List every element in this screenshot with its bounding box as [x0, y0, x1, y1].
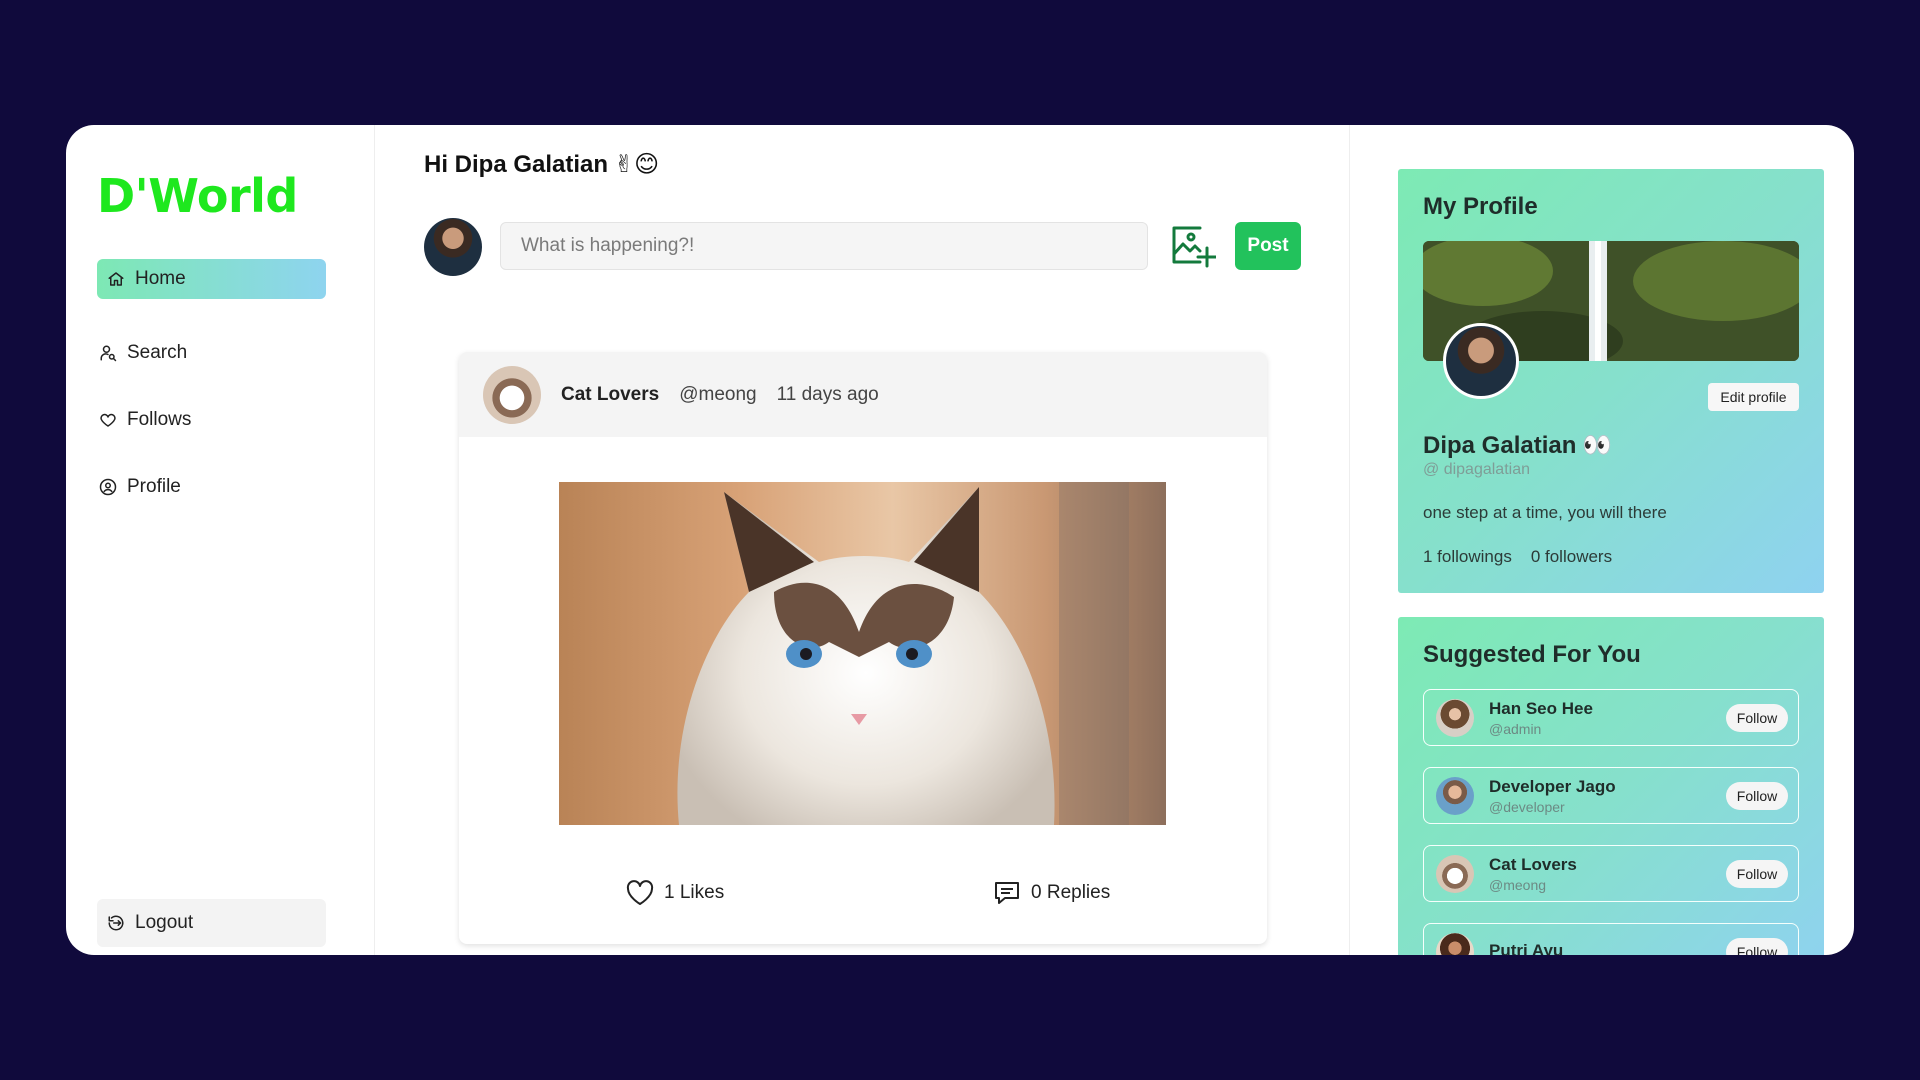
avatar[interactable]: [424, 218, 482, 276]
avatar[interactable]: [483, 365, 541, 424]
suggestion-name: Putri Ayu: [1489, 940, 1564, 956]
sidebar-item-home[interactable]: Home: [97, 259, 326, 299]
app-window: D'World Home Search Follows Profile Logo…: [66, 125, 1854, 955]
logout-label: Logout: [135, 912, 194, 933]
compose-input[interactable]: [500, 222, 1148, 270]
heart-icon: [100, 413, 116, 427]
post-author[interactable]: Cat Lovers: [561, 384, 659, 406]
suggestion-item[interactable]: Han Seo Hee @admin Follow: [1423, 689, 1799, 746]
like-button[interactable]: 1 Likes: [626, 880, 724, 906]
suggestion-handle: @admin: [1489, 720, 1542, 737]
profile-name-emoji: 👀: [1582, 432, 1613, 459]
my-profile-panel: My Profile Edit profile Dipa Galatian 👀 …: [1398, 169, 1824, 593]
follow-button[interactable]: Follow: [1726, 938, 1788, 955]
app-logo[interactable]: D'World: [97, 169, 298, 223]
logout-icon: [108, 915, 124, 931]
post-handle: @meong: [679, 383, 757, 405]
panel-title: Suggested For You: [1423, 641, 1641, 668]
avatar[interactable]: [1443, 323, 1519, 399]
sidebar: D'World Home Search Follows Profile Logo…: [66, 125, 375, 955]
suggestion-item[interactable]: Developer Jago @developer Follow: [1423, 767, 1799, 824]
add-image-button[interactable]: [1169, 223, 1217, 269]
suggestion-name: Developer Jago: [1489, 776, 1616, 796]
avatar[interactable]: [1436, 776, 1474, 815]
avatar[interactable]: [1436, 854, 1474, 893]
sidebar-item-label: Search: [127, 342, 188, 363]
user-search-icon: [100, 345, 117, 362]
greeting-text: Hi Dipa Galatian: [424, 150, 609, 178]
sidebar-item-profile[interactable]: Profile: [97, 467, 326, 507]
suggestion-name: Cat Lovers: [1489, 854, 1577, 874]
profile-name-text: Dipa Galatian: [1423, 431, 1577, 459]
profile-handle: @ dipagalatian: [1423, 461, 1530, 478]
post-card: Cat Lovers @meong 11 days ago 1 Likes 0 …: [459, 352, 1267, 944]
followers-count[interactable]: 0 followers: [1531, 547, 1612, 567]
follow-button[interactable]: Follow: [1726, 860, 1788, 888]
likes-count: 1 Likes: [664, 882, 725, 903]
suggestion-name: Han Seo Hee: [1489, 698, 1593, 718]
suggested-panel: Suggested For You Han Seo Hee @admin Fol…: [1398, 617, 1824, 955]
profile-name: Dipa Galatian 👀: [1423, 431, 1612, 460]
sidebar-item-search[interactable]: Search: [97, 333, 326, 373]
reply-button[interactable]: 0 Replies: [993, 880, 1110, 906]
post-button[interactable]: Post: [1235, 222, 1301, 270]
post-image: [559, 482, 1166, 825]
follow-button[interactable]: Follow: [1726, 704, 1788, 732]
panel-title: My Profile: [1423, 193, 1538, 220]
sidebar-item-label: Profile: [127, 476, 181, 497]
edit-profile-button[interactable]: Edit profile: [1708, 383, 1799, 411]
user-circle-icon: [99, 478, 117, 496]
suggestion-handle: @developer: [1489, 798, 1565, 815]
greeting-emoji: ✌😊: [614, 151, 660, 178]
avatar[interactable]: [1436, 698, 1474, 737]
avatar[interactable]: [1436, 932, 1474, 955]
profile-stats: 1 followings 0 followers: [1423, 547, 1612, 567]
suggestion-handle: @meong: [1489, 876, 1547, 893]
profile-bio: one step at a time, you will there: [1423, 503, 1667, 522]
suggestion-item[interactable]: Cat Lovers @meong Follow: [1423, 845, 1799, 902]
post-time: 11 days ago: [776, 383, 879, 405]
greeting: Hi Dipa Galatian ✌😊: [424, 150, 659, 179]
main-feed: Hi Dipa Galatian ✌😊 Post Cat Lovers @meo…: [375, 125, 1350, 955]
heart-icon: [626, 880, 654, 905]
follow-button[interactable]: Follow: [1726, 782, 1788, 810]
sidebar-item-follows[interactable]: Follows: [97, 400, 326, 440]
followings-count[interactable]: 1 followings: [1423, 547, 1512, 567]
comment-icon: [995, 882, 1019, 904]
image-add-icon: [1172, 226, 1216, 268]
right-column: My Profile Edit profile Dipa Galatian 👀 …: [1350, 125, 1854, 955]
sidebar-item-label: Follows: [127, 409, 192, 430]
post-actions: 1 Likes 0 Replies: [459, 880, 1267, 920]
home-icon: [108, 272, 124, 286]
suggestion-item[interactable]: Putri Ayu Follow: [1423, 923, 1799, 955]
logout-button[interactable]: Logout: [97, 899, 326, 947]
cat-photo: [677, 482, 1129, 825]
post-header: Cat Lovers @meong 11 days ago: [459, 352, 1267, 437]
sidebar-item-label: Home: [135, 268, 186, 289]
replies-count: 0 Replies: [1031, 882, 1111, 903]
